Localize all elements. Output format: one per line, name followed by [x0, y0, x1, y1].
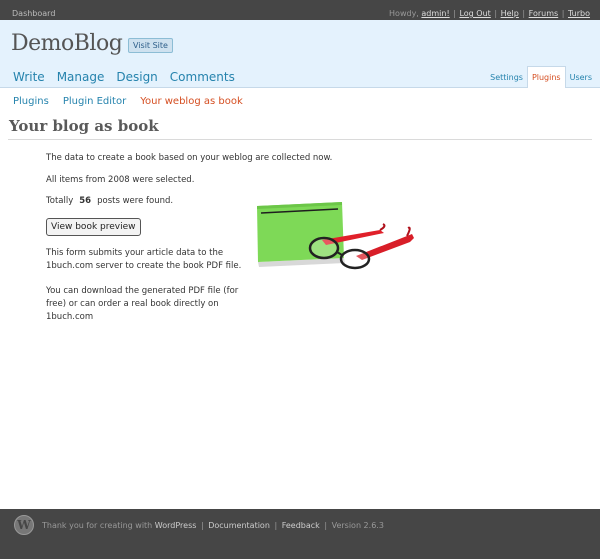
posts-found-message: Totally 56 posts were found.	[46, 196, 173, 206]
howdy-text: Howdy,	[389, 9, 419, 18]
plugins-subnav: Plugins Plugin Editor Your weblog as boo…	[13, 96, 243, 107]
subnav-weblog-as-book[interactable]: Your weblog as book	[140, 96, 243, 107]
nav-design[interactable]: Design	[116, 70, 157, 84]
logout-link[interactable]: Log Out	[459, 9, 490, 18]
download-info-text: You can download the generated PDF file …	[46, 286, 239, 322]
wordpress-logo-icon[interactable]: W	[14, 515, 34, 535]
selected-message: All items from 2008 were selected.	[46, 175, 195, 185]
documentation-link[interactable]: Documentation	[208, 521, 270, 530]
submit-info-text: This form submits your article data to t…	[46, 248, 242, 271]
main-nav: Write Manage Design Comments	[13, 70, 235, 84]
blog-header: DemoBlog Visit Site Write Manage Design …	[0, 20, 600, 88]
nav-manage[interactable]: Manage	[57, 70, 105, 84]
footer-text: Thank you for creating with WordPress | …	[42, 521, 384, 530]
tab-users[interactable]: Users	[566, 67, 596, 88]
user-menu: Howdy, admin! | Log Out | Help | Forums …	[389, 9, 590, 18]
feedback-link[interactable]: Feedback	[282, 521, 320, 530]
subnav-plugin-editor[interactable]: Plugin Editor	[63, 96, 126, 107]
wordpress-link[interactable]: WordPress	[155, 521, 197, 530]
turbo-link[interactable]: Turbo	[568, 9, 590, 18]
visit-site-button[interactable]: Visit Site	[128, 38, 173, 53]
tab-settings[interactable]: Settings	[486, 67, 527, 88]
forums-link[interactable]: Forums	[529, 9, 559, 18]
nav-comments[interactable]: Comments	[170, 70, 235, 84]
collected-message: The data to create a book based on your …	[46, 153, 333, 163]
version-text: Version 2.6.3	[331, 521, 384, 530]
book-with-glasses-image	[257, 202, 414, 270]
totally-label: Totally	[46, 196, 74, 206]
dashboard-link[interactable]: Dashboard	[12, 9, 55, 18]
admin-user-link[interactable]: admin!	[421, 9, 449, 18]
title-divider	[8, 139, 592, 140]
tab-plugins[interactable]: Plugins	[526, 66, 566, 88]
page-title: Your blog as book	[9, 117, 159, 135]
settings-tabs: Settings Plugins Users	[486, 66, 596, 88]
nav-write[interactable]: Write	[13, 70, 45, 84]
subnav-plugins[interactable]: Plugins	[13, 96, 49, 107]
admin-top-bar: Dashboard Howdy, admin! | Log Out | Help…	[0, 0, 600, 20]
footer: W Thank you for creating with WordPress …	[0, 509, 600, 559]
blog-title[interactable]: DemoBlog	[11, 31, 123, 56]
help-link[interactable]: Help	[501, 9, 519, 18]
view-book-preview-button[interactable]: View book preview	[46, 218, 141, 236]
footer-thanks: Thank you for creating with	[42, 521, 153, 530]
post-count: 56	[79, 196, 92, 206]
posts-found-label: posts were found.	[97, 196, 174, 206]
